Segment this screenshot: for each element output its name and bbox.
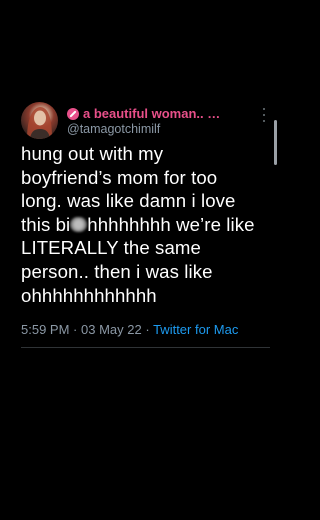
author-name-row[interactable]: a beautiful woman.. … bbox=[67, 106, 220, 121]
censor-blur-icon bbox=[70, 216, 88, 232]
tweet-source-link[interactable]: Twitter for Mac bbox=[153, 322, 238, 337]
broken-heart-emoji-icon bbox=[67, 107, 79, 120]
author-handle[interactable]: @tamagotchimilf bbox=[67, 122, 160, 136]
tweet-text-line: hhhhhhhh we’re like bbox=[87, 213, 255, 235]
tweet-text-line: this bi bbox=[21, 213, 71, 235]
more-dot bbox=[263, 114, 265, 116]
scroll-indicator[interactable] bbox=[274, 120, 277, 165]
tweet-date[interactable]: 03 May 22 bbox=[81, 322, 142, 337]
tweet-text-line: long. was like damn i love bbox=[21, 190, 236, 212]
tweet-meta: 5:59 PM · 03 May 22 · Twitter for Mac bbox=[21, 322, 238, 337]
tweet-text-line: ohhhhhhhhhhhh bbox=[21, 284, 157, 306]
meta-separator: · bbox=[73, 322, 78, 337]
more-options-icon[interactable] bbox=[259, 108, 269, 122]
divider bbox=[21, 347, 270, 348]
tweet-text-line: boyfriend’s mom for too bbox=[21, 166, 218, 188]
more-dot bbox=[263, 120, 265, 122]
author-display-name[interactable]: a beautiful woman.. … bbox=[83, 106, 220, 121]
more-dot bbox=[263, 108, 265, 110]
meta-separator: · bbox=[145, 322, 150, 337]
tweet-text-line: hung out with my bbox=[21, 143, 164, 164]
tweet-text-line: person.. then i was like bbox=[21, 260, 213, 282]
tweet-text: hung out with my boyfriend’s mom for too… bbox=[21, 142, 271, 307]
avatar-photo-icon bbox=[27, 107, 52, 139]
avatar[interactable] bbox=[21, 102, 58, 139]
tweet-text-line: LITERALLY the same bbox=[21, 237, 201, 259]
tweet-time[interactable]: 5:59 PM bbox=[21, 322, 69, 337]
